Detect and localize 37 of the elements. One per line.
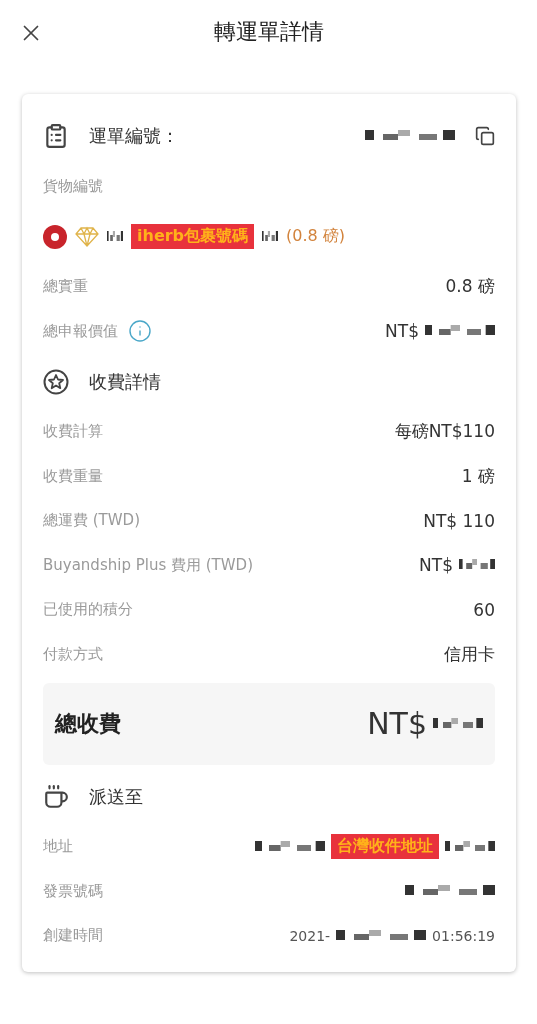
field-value: 1 磅 [461, 464, 495, 488]
section-title: 運單編號： [89, 124, 180, 148]
copy-icon[interactable] [475, 126, 495, 146]
field-label: 已使用的積分 [43, 600, 133, 620]
section-title: 派送至 [89, 784, 144, 809]
cup-icon [43, 783, 69, 810]
field-label: 總運費 (TWD) [43, 511, 141, 531]
cargo-weight: (0.8 磅) [286, 226, 346, 247]
section-title: 收費詳情 [89, 369, 162, 394]
annotation-tag: iherb包裹號碼 [131, 224, 255, 249]
diamond-icon [75, 225, 99, 248]
field-label: 總申報價值 [43, 321, 118, 341]
flag-icon [43, 224, 67, 249]
field-label: 收費計算 [43, 422, 103, 442]
field-value: NT$ [419, 555, 453, 576]
field-label: 總實重 [43, 277, 88, 297]
total-label: 總收費 [55, 709, 121, 738]
field-label: 地址 [43, 837, 73, 857]
field-label: 發票號碼 [43, 881, 103, 901]
field-value: NT$ [385, 321, 419, 342]
clipboard-icon [43, 123, 69, 149]
info-icon[interactable] [128, 319, 152, 344]
field-label: 貨物編號 [43, 176, 103, 196]
field-value: 01:56:19 [432, 927, 495, 944]
field-value: 信用卡 [444, 642, 495, 666]
page-title: 轉運單詳情 [213, 18, 324, 46]
field-value: 2021- [289, 927, 331, 944]
field-value: 每磅NT$110 [394, 420, 495, 444]
field-label: 收費重量 [43, 466, 103, 486]
field-value: 0.8 磅 [445, 275, 495, 299]
annotation-tag: 台灣收件地址 [331, 834, 439, 860]
field-label: 付款方式 [43, 644, 103, 664]
total-value: NT$ [367, 706, 427, 741]
field-label: 創建時間 [43, 926, 103, 946]
field-value: 60 [473, 599, 495, 620]
field-label: Buyandship Plus 費用 (TWD) [43, 555, 253, 575]
field-value: NT$ 110 [423, 510, 495, 531]
